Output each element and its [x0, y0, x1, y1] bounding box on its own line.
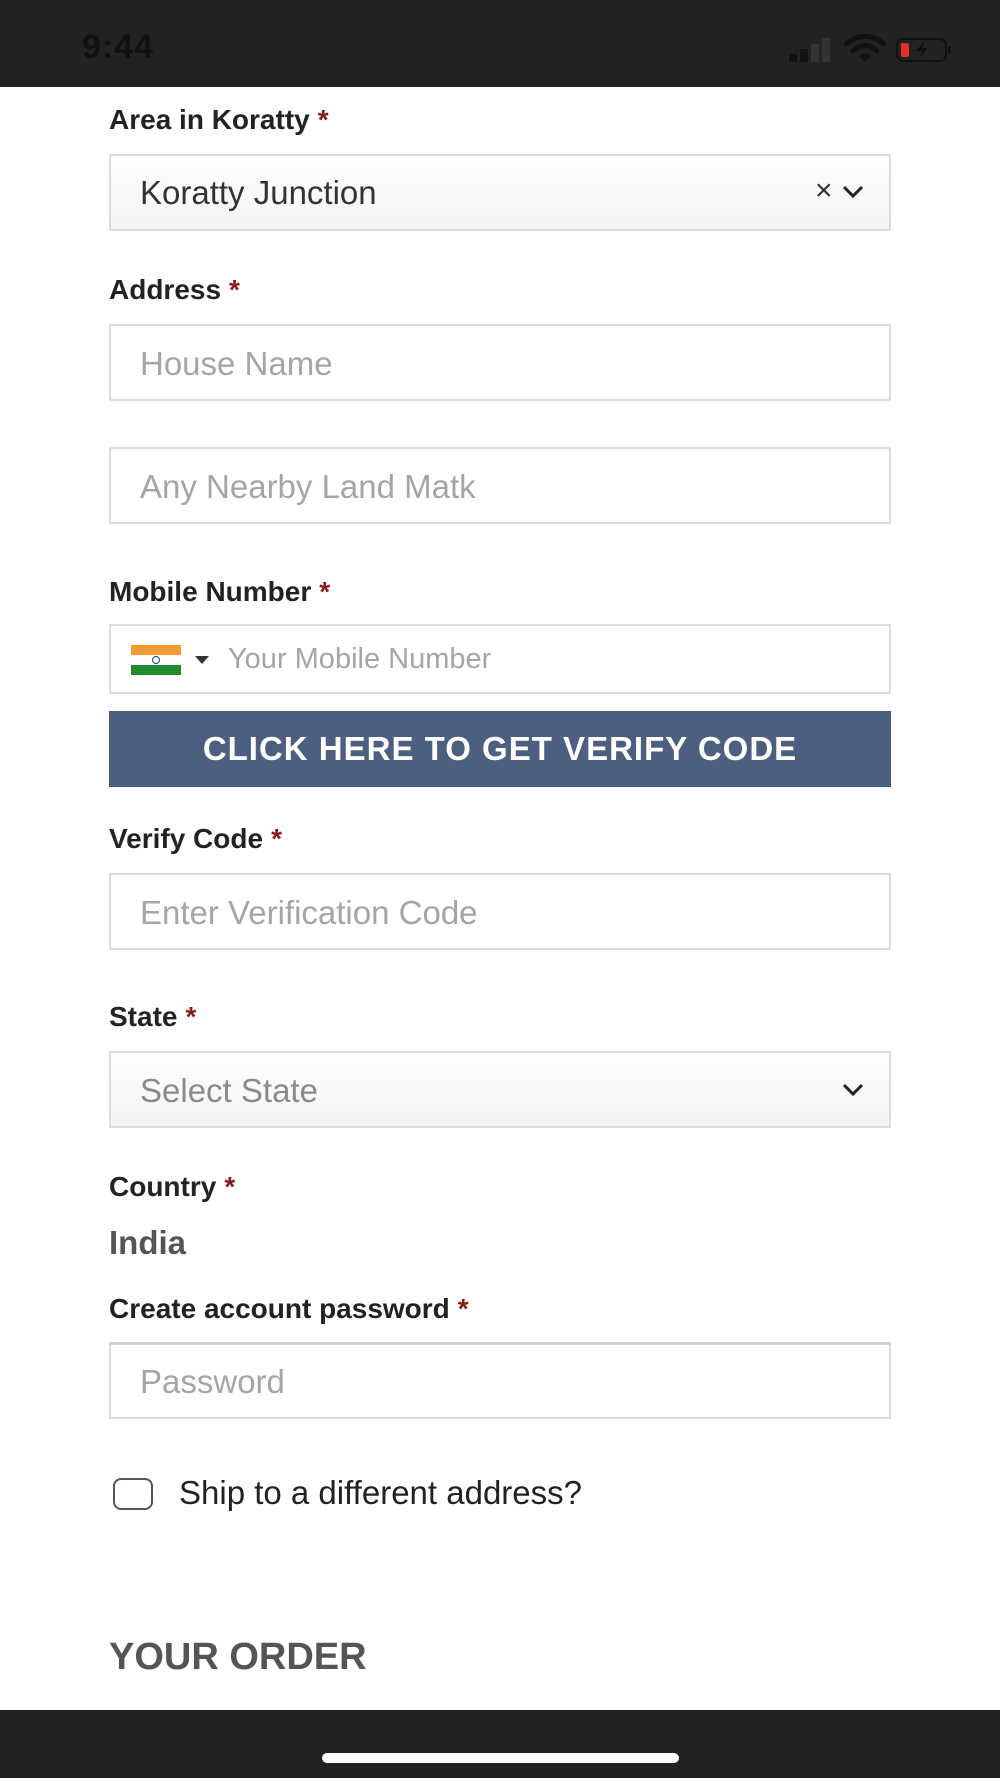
home-indicator[interactable] — [322, 1753, 679, 1763]
country-value: India — [109, 1224, 187, 1261]
password-label: Create account password * — [109, 1293, 469, 1324]
ship-different-label[interactable]: Ship to a different address? — [179, 1474, 582, 1512]
chevron-down-icon — [842, 185, 864, 199]
house-name-input[interactable]: House Name — [109, 324, 891, 401]
state-placeholder: Select State — [140, 1072, 318, 1109]
get-verify-code-button[interactable]: CLICK HERE TO GET VERIFY CODE — [109, 711, 891, 787]
india-flag-icon[interactable] — [131, 645, 181, 675]
country-code-caret-icon[interactable] — [195, 656, 209, 664]
address-label: Address * — [109, 274, 240, 305]
mobile-number-input[interactable]: Your Mobile Number — [109, 624, 891, 694]
password-input[interactable]: Password — [109, 1342, 891, 1419]
state-select[interactable]: Select State — [109, 1051, 891, 1128]
verify-code-placeholder: Enter Verification Code — [140, 894, 478, 931]
verify-code-input[interactable]: Enter Verification Code — [109, 873, 891, 950]
status-bar: 9:44 — [0, 0, 1000, 87]
order-heading: YOUR ORDER — [109, 1636, 367, 1678]
status-time: 9:44 — [82, 28, 155, 66]
area-selected-value: Koratty Junction — [140, 174, 377, 211]
mobile-placeholder: Your Mobile Number — [228, 643, 492, 675]
house-name-placeholder: House Name — [140, 345, 333, 382]
password-placeholder: Password — [140, 1363, 285, 1400]
verify-code-label: Verify Code * — [109, 823, 282, 854]
country-label: Country * — [109, 1171, 236, 1202]
area-label: Area in Koratty * — [109, 104, 329, 135]
wifi-icon — [844, 34, 886, 62]
clear-selection-icon[interactable]: × — [815, 174, 833, 208]
battery-icon — [896, 38, 951, 62]
landmark-input[interactable]: Any Nearby Land Matk — [109, 447, 891, 524]
area-select[interactable]: Koratty Junction × — [109, 154, 891, 231]
state-label: State * — [109, 1001, 197, 1032]
mobile-label: Mobile Number * — [109, 576, 331, 607]
landmark-placeholder: Any Nearby Land Matk — [140, 468, 476, 505]
bottom-bar — [0, 1710, 1000, 1778]
chevron-down-icon — [842, 1083, 864, 1097]
cellular-signal-icon — [789, 38, 833, 62]
ship-different-checkbox[interactable] — [113, 1478, 153, 1510]
